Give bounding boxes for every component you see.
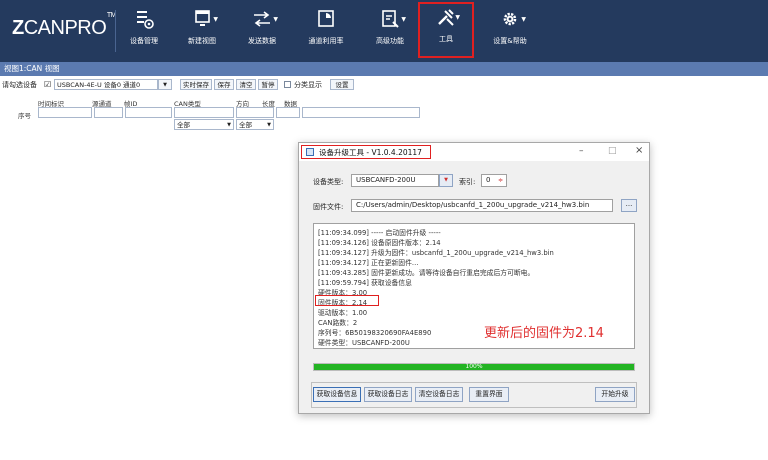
- clear-button[interactable]: 清空: [236, 79, 256, 90]
- logo-z: Z: [12, 17, 24, 39]
- toolbar-tools-button[interactable]: 工具 ▼: [418, 2, 474, 58]
- annotation-text: 更新后的固件为2.14: [484, 326, 604, 341]
- split-display-checkbox[interactable]: [284, 81, 291, 88]
- log-line: [11:09:43.285] 固件更新成功。请等待设备自行重启完成后方可断电。: [318, 269, 535, 277]
- log-line: [11:09:34.127] 升级为固件：usbcanfd_1_200u_upg…: [318, 249, 554, 257]
- firmware-version-highlight-box: [315, 295, 379, 306]
- chevron-down-icon: ▼: [401, 16, 406, 23]
- advanced-icon: [382, 10, 399, 28]
- app-window-icon: [306, 148, 314, 156]
- pause-button[interactable]: 暂停: [258, 79, 278, 90]
- main-toolbar: ZCANPRO TM 设备管理 新建视图 ▼ 发送数据 ▼ 通道利用率 高级功能…: [0, 0, 768, 62]
- direction-select[interactable]: 全部 ▼: [236, 119, 274, 130]
- toolbar-label: 设备管理: [130, 37, 158, 45]
- chevron-down-icon: ▼: [273, 16, 278, 23]
- get-device-log-button[interactable]: 获取设备日志: [364, 387, 412, 402]
- tools-icon: [438, 9, 454, 26]
- firmware-file-input[interactable]: C:/Users/admin/Desktop/usbcanfd_1_200u_u…: [351, 199, 613, 212]
- chevron-down-icon: ▼: [267, 122, 271, 128]
- firmware-upgrade-dialog: 设备升级工具 - V1.0.4.20117 – □ × 设备类型: USBCAN…: [298, 142, 650, 414]
- index-label: 索引:: [459, 178, 476, 186]
- data-filter-input[interactable]: [302, 107, 420, 118]
- length-filter-input[interactable]: [276, 107, 300, 118]
- toolbar-settings-help-button[interactable]: 设置&帮助 ▼: [480, 4, 540, 56]
- index-spinbox[interactable]: 0 ≑: [481, 174, 507, 187]
- timestamp-filter-input[interactable]: [38, 107, 92, 118]
- log-line: 硬件类型：USBCANFD-200U: [318, 339, 410, 347]
- clear-device-log-button[interactable]: 清空设备日志: [415, 387, 463, 402]
- dialog-title: 设备升级工具 - V1.0.4.20117: [319, 148, 422, 157]
- can-type-filter-input[interactable]: [174, 107, 234, 118]
- log-line: [11:09:59.794] 获取设备信息: [318, 279, 412, 287]
- dialog-title-bar: 设备升级工具 - V1.0.4.20117 – □ ×: [299, 143, 649, 161]
- toolbar-label: 工具: [439, 35, 453, 43]
- close-button[interactable]: ×: [635, 145, 643, 156]
- filter-device-label: 请勾选设备: [2, 81, 37, 89]
- index-value: 0: [486, 176, 491, 184]
- toolbar-label: 通道利用率: [308, 37, 344, 45]
- toolbar-label: 高级功能: [376, 37, 404, 45]
- minimize-button[interactable]: –: [579, 146, 584, 156]
- direction-select-value: 全部: [239, 121, 252, 129]
- log-line: [11:09:34.127] 正在更新固件...: [318, 259, 419, 267]
- chevron-down-icon: ▼: [213, 16, 218, 23]
- toolbar-send-data-button[interactable]: 发送数据 ▼: [232, 4, 292, 56]
- device-checkbox[interactable]: ☑: [44, 81, 51, 89]
- log-line: 序列号：6B50198320690FA4E890: [318, 329, 432, 337]
- filter-row: 请勾选设备 ☑ USBCAN-4E-U 设备0 通道0 ▼ 实时保存 保存 清空…: [0, 78, 768, 92]
- channel-filter-input[interactable]: [94, 107, 123, 118]
- device-type-label: 设备类型:: [313, 178, 344, 186]
- maximize-button[interactable]: □: [608, 146, 617, 156]
- view-title: 视图1:CAN 视图: [4, 64, 60, 73]
- toolbar-label: 新建视图: [188, 37, 216, 45]
- toolbar-advanced-button[interactable]: 高级功能 ▼: [360, 4, 420, 56]
- view-settings-button[interactable]: 设置: [330, 79, 354, 90]
- view-title-bar: 视图1:CAN 视图: [0, 62, 768, 76]
- log-line: CAN路数：2: [318, 319, 358, 327]
- firmware-file-label: 固件文件:: [313, 203, 344, 211]
- device-type-select[interactable]: USBCANFD-200U: [351, 174, 439, 187]
- reset-ui-button[interactable]: 重置界面: [469, 387, 509, 402]
- usage-icon: [318, 10, 334, 27]
- log-line: [11:09:34.126] 设备原固件版本：2.14: [318, 239, 441, 247]
- logo-text: CANPRO: [23, 17, 107, 39]
- start-upgrade-button[interactable]: 开始升级: [595, 387, 635, 402]
- realtime-save-button[interactable]: 实时保存: [180, 79, 212, 90]
- upgrade-log-panel: [11:09:34.099] ----- 启动固件升级 ----- [11:09…: [313, 223, 635, 349]
- log-line: [11:09:34.099] ----- 启动固件升级 -----: [318, 229, 441, 237]
- direction-filter-input[interactable]: [236, 107, 274, 118]
- upgrade-progress-bar: 100%: [313, 363, 635, 371]
- row-number-header: 序号: [18, 112, 31, 120]
- device-select[interactable]: USBCAN-4E-U 设备0 通道0: [54, 79, 158, 90]
- spinner-icon: ≑: [497, 177, 503, 184]
- log-line: 驱动版本：1.00: [318, 309, 368, 317]
- chevron-down-icon: ▼: [455, 14, 460, 21]
- gear-icon: [503, 12, 517, 26]
- device-type-dropdown[interactable]: ▼: [439, 174, 453, 187]
- progress-text: 100%: [465, 363, 483, 370]
- device-select-dropdown[interactable]: ▼: [158, 79, 172, 90]
- send-icon: [254, 11, 270, 27]
- frame-id-filter-input[interactable]: [125, 107, 172, 118]
- chevron-down-icon: ▼: [227, 122, 231, 128]
- can-type-select[interactable]: 全部 ▼: [174, 119, 234, 130]
- browse-button[interactable]: ...: [621, 199, 637, 212]
- can-type-select-value: 全部: [177, 121, 190, 129]
- app-logo: ZCANPRO TM: [12, 12, 117, 43]
- new-view-icon: [195, 10, 210, 26]
- save-button[interactable]: 保存: [214, 79, 234, 90]
- split-display-label: 分类显示: [294, 81, 322, 89]
- toolbar-device-mgmt-button[interactable]: 设备管理: [114, 4, 174, 56]
- device-icon: [137, 11, 154, 29]
- get-device-info-button[interactable]: 获取设备信息: [313, 387, 361, 402]
- toolbar-label: 设置&帮助: [493, 37, 527, 45]
- toolbar-channel-usage-button[interactable]: 通道利用率: [296, 4, 356, 56]
- toolbar-label: 发送数据: [248, 37, 276, 45]
- toolbar-new-view-button[interactable]: 新建视图 ▼: [172, 4, 232, 56]
- chevron-down-icon: ▼: [521, 16, 526, 23]
